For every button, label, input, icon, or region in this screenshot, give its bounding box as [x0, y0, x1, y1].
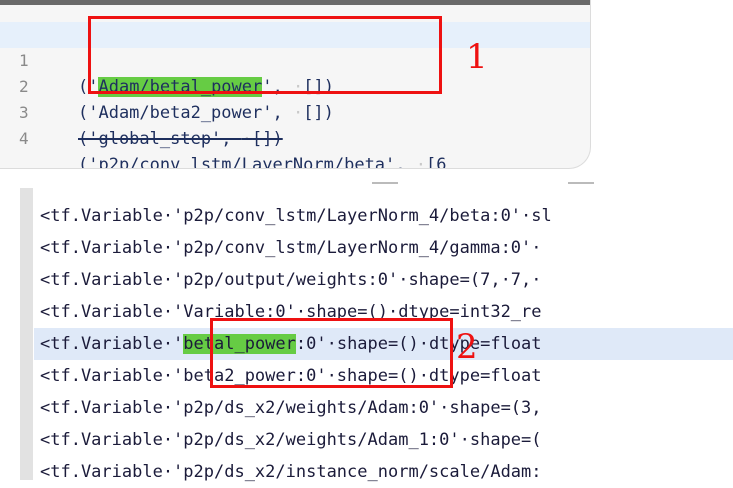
cut-off-dash — [372, 182, 398, 184]
variable-line[interactable]: <tf.Variable·'p2p/ds_x2/weights/Adam_1:0… — [40, 424, 733, 456]
variable-line[interactable]: <tf.Variable·'p2p/ds_x2/instance_norm/sc… — [40, 456, 733, 488]
line-number-4: 4 — [19, 129, 29, 148]
code-text-4: ('p2p/conv_lstm/LayerNorm/beta', ·[6 — [78, 152, 447, 169]
variable-line[interactable]: <tf.Variable·'p2p/output/weights:0'·shap… — [40, 264, 733, 296]
variable-line[interactable]: <tf.Variable·'p2p/ds_x2/weights/Adam:0'·… — [40, 392, 733, 424]
list-gutter — [20, 188, 33, 480]
editor-top-bar — [0, 0, 590, 5]
whitespace-dot: · — [241, 129, 253, 149]
annotation-label-1: 1 — [466, 37, 488, 77]
annotation-box-1 — [88, 16, 442, 94]
code-prefix: <tf.Variable·' — [40, 334, 184, 354]
whitespace-dot: · — [415, 155, 427, 169]
code-line-4[interactable]: 4 ('p2p/conv_lstm/LayerNorm/beta', ·[6 — [0, 100, 590, 168]
annotation-label-2: 2 — [456, 327, 478, 367]
code-body: ('p2p/conv_lstm/LayerNorm/beta', — [78, 155, 416, 169]
variable-line[interactable]: <tf.Variable·'p2p/conv_lstm/LayerNorm_4/… — [40, 200, 733, 232]
code-tail: [6 — [426, 155, 447, 169]
code-tail: []) — [252, 129, 283, 149]
cut-off-dash — [568, 182, 594, 184]
code-text-3: ('global_step', ·[]) — [78, 126, 283, 152]
annotation-box-2 — [210, 318, 453, 388]
variable-line[interactable]: <tf.Variable·'p2p/conv_lstm/LayerNorm_4/… — [40, 232, 733, 264]
code-body: ('global_step', — [78, 129, 242, 149]
